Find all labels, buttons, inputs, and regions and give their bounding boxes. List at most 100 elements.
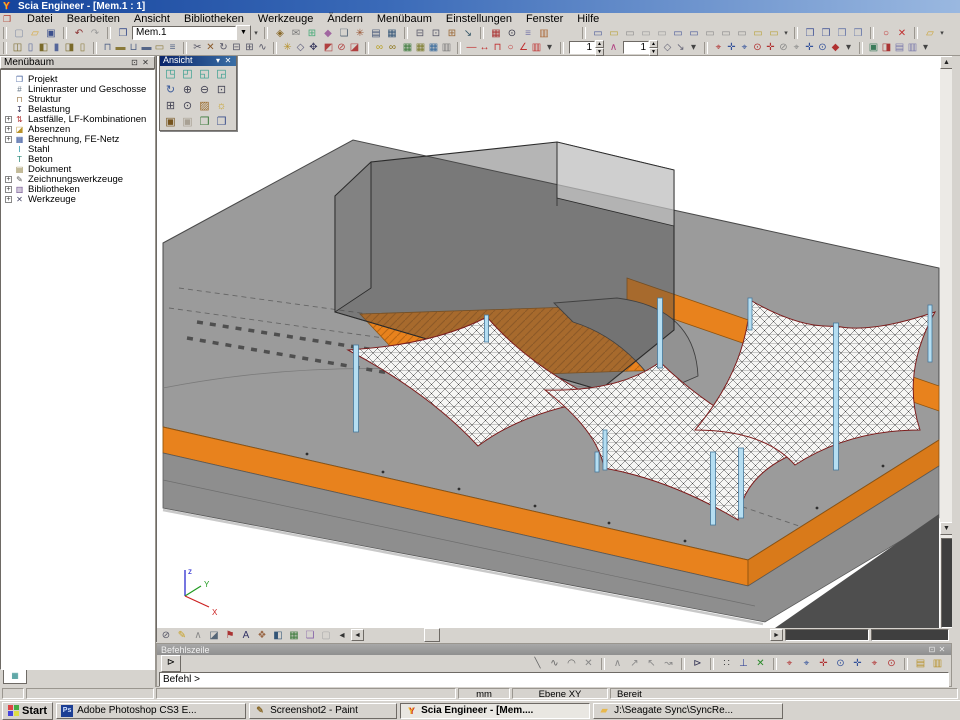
menu-einstellungen[interactable]: Einstellungen: [439, 13, 519, 26]
plane-icon[interactable]: ◇: [294, 41, 307, 55]
snap-9-icon[interactable]: ⊙: [816, 41, 829, 55]
view-8-icon[interactable]: ▭: [702, 27, 718, 40]
menu-werkzeuge[interactable]: Werkzeuge: [251, 13, 320, 26]
section-red-icon[interactable]: ⊓: [491, 41, 504, 55]
vertex-2-icon[interactable]: ↗: [626, 657, 643, 671]
expand-icon[interactable]: +: [5, 186, 12, 193]
scale-icon[interactable]: ↘: [674, 41, 687, 55]
glasses-2-icon[interactable]: ∞: [386, 41, 399, 55]
sidebar-item-linienraster-und-geschosse[interactable]: #Linienraster und Geschosse: [5, 84, 154, 94]
window-new-icon[interactable]: ❐: [213, 115, 230, 129]
zoom-out-icon[interactable]: ⊖: [196, 83, 213, 97]
print-preview-icon[interactable]: ⊡: [428, 27, 444, 40]
col-1-icon[interactable]: ◫: [11, 41, 24, 55]
edit-3-icon[interactable]: ↻: [217, 41, 230, 55]
pt-7-icon[interactable]: ⊙: [883, 657, 900, 671]
view-2-icon[interactable]: ▭: [606, 27, 622, 40]
project-window-combo[interactable]: Mem.1 ▼: [132, 25, 251, 41]
view-7-icon[interactable]: ▭: [686, 27, 702, 40]
palette-ico-icon[interactable]: ❖: [254, 629, 270, 642]
ortho-icon[interactable]: ⊥: [735, 657, 752, 671]
spinner-down-icon[interactable]: ▼: [649, 48, 658, 56]
view-11-icon[interactable]: ▭: [750, 27, 766, 40]
move-icon[interactable]: ✥: [307, 41, 320, 55]
close-group-2-icon[interactable]: ❒: [818, 27, 834, 40]
layers-view-icon[interactable]: ❏: [302, 629, 318, 642]
report-icon[interactable]: ▥: [536, 27, 552, 40]
snap-6-icon[interactable]: ⊘: [777, 41, 790, 55]
menu-ändern[interactable]: Ändern: [320, 13, 369, 26]
activity-spinner[interactable]: 1 ▲▼: [569, 41, 604, 54]
layer-spinner[interactable]: 1 ▲▼: [623, 41, 658, 54]
pt-4-icon[interactable]: ⊙: [832, 657, 849, 671]
wire-1-icon[interactable]: ▤: [893, 41, 906, 55]
close-icon[interactable]: ✕: [937, 645, 947, 654]
col-5-icon[interactable]: ◨: [63, 41, 76, 55]
view-6-icon[interactable]: ▭: [670, 27, 686, 40]
wire-2-icon[interactable]: ▥: [906, 41, 919, 55]
col-6-icon[interactable]: ▯: [76, 41, 89, 55]
send-mail-icon[interactable]: ✉: [288, 27, 304, 40]
photo-icon[interactable]: ▣: [162, 115, 179, 129]
spinner-up-icon[interactable]: ▲: [595, 40, 604, 48]
grid-snap-icon[interactable]: ∷: [718, 657, 735, 671]
sel-2-icon[interactable]: ⊘: [335, 41, 348, 55]
mdi-document-icon[interactable]: ❐: [3, 14, 16, 25]
view-12-icon[interactable]: ▭: [766, 27, 782, 40]
coord-2-icon[interactable]: ▥: [929, 657, 946, 671]
sidebar-item-beton[interactable]: TBeton: [5, 154, 154, 164]
pt-5-icon[interactable]: ✛: [849, 657, 866, 671]
expand-icon[interactable]: +: [5, 176, 12, 183]
pt-3-icon[interactable]: ✛: [815, 657, 832, 671]
faded-icon[interactable]: ▢: [318, 629, 334, 642]
snap-1-icon[interactable]: ⌖: [712, 41, 725, 55]
graph-icon[interactable]: ◪: [206, 629, 222, 642]
beam-1-icon[interactable]: ⊓: [101, 41, 114, 55]
pin-icon[interactable]: ⊡: [927, 645, 937, 654]
more-2-icon[interactable]: ▾: [782, 27, 790, 40]
clip-box-icon[interactable]: ❒: [196, 115, 213, 129]
table-4-icon[interactable]: ▥: [440, 41, 453, 55]
expand-icon[interactable]: +: [5, 136, 12, 143]
expand-icon[interactable]: +: [5, 126, 12, 133]
taskbar-task-folder[interactable]: ▰J:\Seagate Sync\SyncRe...: [593, 703, 783, 719]
scroll-right-icon[interactable]: ►: [770, 629, 783, 641]
render-set-icon[interactable]: ▨: [196, 99, 213, 113]
more-3-icon[interactable]: ▾: [938, 27, 946, 40]
more-5-icon[interactable]: ▾: [687, 41, 700, 55]
gallery-icon[interactable]: ⊞: [304, 27, 320, 40]
vertex-4-icon[interactable]: ↝: [660, 657, 677, 671]
view-4-icon[interactable]: ▭: [638, 27, 654, 40]
command-input[interactable]: Befehl >: [159, 672, 949, 687]
document-export-icon[interactable]: ↘: [460, 27, 476, 40]
spinner-value[interactable]: 1: [569, 41, 595, 54]
close-icon[interactable]: ✕: [140, 58, 151, 68]
new-doc-icon[interactable]: ▢: [11, 27, 27, 40]
open-folder-icon[interactable]: ▱: [27, 27, 43, 40]
view-9-icon[interactable]: ▭: [718, 27, 734, 40]
beam-4-icon[interactable]: ▬: [140, 41, 153, 55]
view-10-icon[interactable]: ▭: [734, 27, 750, 40]
folder-new-icon[interactable]: ▱: [922, 27, 938, 40]
view-5-icon[interactable]: ▭: [654, 27, 670, 40]
arc-icon[interactable]: ◠: [563, 657, 580, 671]
edit-4-icon[interactable]: ⊟: [230, 41, 243, 55]
sidebar-item-lastfälle-lf-kombinationen[interactable]: +⇅Lastfälle, LF-Kombinationen: [5, 114, 154, 124]
sidebar-item-stahl[interactable]: IStahl: [5, 144, 154, 154]
axis-small-icon[interactable]: ∧: [607, 41, 620, 55]
rotate-icon[interactable]: ↻: [162, 83, 179, 97]
team-project-icon[interactable]: ◈: [272, 27, 288, 40]
close-group-4-icon[interactable]: ❒: [850, 27, 866, 40]
snap-4-icon[interactable]: ⊙: [751, 41, 764, 55]
combo-dropdown-icon[interactable]: ▼: [236, 25, 251, 41]
viewport-canvas[interactable]: z Y X Ansicht ▾ ✕ ◳◰◱◲ ↻⊕⊖⊡ ⊞⊙▨☼ ▣▣❒❐: [157, 56, 940, 628]
menu-datei[interactable]: Datei: [20, 13, 60, 26]
photo-2-icon[interactable]: ▣: [179, 115, 196, 129]
flag-icon[interactable]: ⚑: [222, 629, 238, 642]
wheel-icon[interactable]: ✳: [352, 27, 368, 40]
zoom-all-icon[interactable]: ⊞: [162, 99, 179, 113]
sel-1-icon[interactable]: ◩: [322, 41, 335, 55]
undo-icon[interactable]: ↶: [71, 27, 87, 40]
snap-8-icon[interactable]: ✛: [803, 41, 816, 55]
chart-red-icon[interactable]: ▥: [530, 41, 543, 55]
